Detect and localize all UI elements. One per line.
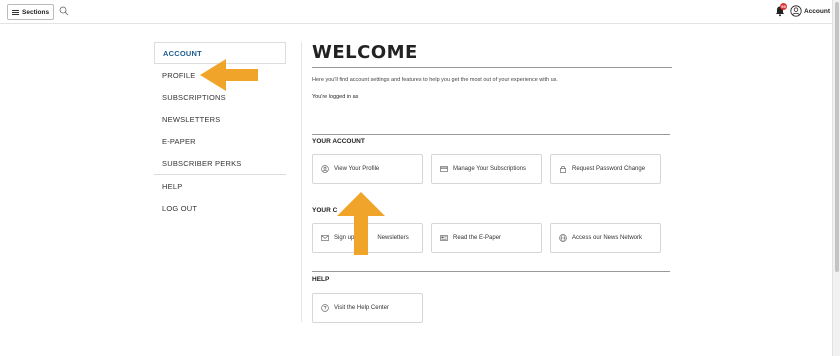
- top-bar: Sections 99 Account: [0, 0, 832, 24]
- section-rule: [312, 134, 670, 135]
- up-arrow-annotation: [337, 192, 385, 255]
- read-e-paper-card[interactable]: Read the E-Paper: [431, 223, 542, 253]
- request-password-change-card[interactable]: Request Password Change: [550, 154, 661, 184]
- sidebar-item-log-out[interactable]: LOG OUT: [154, 197, 286, 219]
- scrollbar[interactable]: [832, 0, 840, 356]
- help-center-card[interactable]: Visit the Help Center: [312, 293, 423, 323]
- globe-icon: [559, 234, 567, 242]
- newspaper-icon: [440, 235, 448, 241]
- lock-icon: [559, 165, 567, 173]
- card-label: Request Password Change: [572, 166, 646, 172]
- search-icon[interactable]: [59, 6, 69, 16]
- card-label: Read the E-Paper: [453, 235, 502, 241]
- sidebar-item-label: SUBSCRIPTIONS: [162, 92, 226, 102]
- sections-label: Sections: [22, 8, 50, 16]
- notification-badge: 99: [780, 3, 787, 10]
- manage-subscriptions-card[interactable]: Manage Your Subscriptions: [431, 154, 542, 184]
- sidebar-item-newsletters[interactable]: NEWSLETTERS: [154, 108, 286, 130]
- main-content: WELCOME Here you'll find account setting…: [312, 42, 672, 323]
- account-button[interactable]: Account: [790, 5, 830, 17]
- intro-text: Here you'll find account settings and fe…: [312, 77, 558, 83]
- sidebar-item-label: LOG OUT: [162, 203, 198, 213]
- logged-in-text: You're logged in as: [312, 94, 359, 100]
- sidebar-item-help[interactable]: HELP: [154, 175, 286, 197]
- sections-button[interactable]: Sections: [7, 4, 55, 20]
- scrollbar-thumb[interactable]: [835, 2, 839, 272]
- left-arrow-annotation: [200, 59, 258, 91]
- section-title-your-account: YOUR ACCOUNT: [312, 138, 365, 145]
- sidebar-item-label: E-PAPER: [162, 136, 196, 146]
- card-label: Access our News Network: [572, 235, 643, 241]
- mail-icon: [321, 235, 329, 241]
- section-title-help: HELP: [312, 276, 330, 283]
- sidebar-item-label: SUBSCRIBER PERKS: [162, 158, 242, 168]
- vertical-divider: [301, 42, 302, 322]
- card-label: Visit the Help Center: [334, 305, 389, 311]
- sidebar-item-label: ACCOUNT: [163, 48, 202, 58]
- user-circle-icon: [790, 5, 802, 17]
- credit-card-icon: [440, 166, 448, 172]
- account-label: Account: [804, 7, 830, 15]
- card-label: View Your Profile: [334, 166, 380, 172]
- user-circle-icon: [321, 165, 329, 173]
- question-circle-icon: [321, 304, 329, 312]
- sidebar-item-label: NEWSLETTERS: [162, 114, 221, 124]
- sidebar-item-label: PROFILE: [162, 70, 196, 80]
- news-network-card[interactable]: Access our News Network: [550, 223, 661, 253]
- title-rule: [312, 67, 672, 68]
- view-profile-card[interactable]: View Your Profile: [312, 154, 423, 184]
- section-rule: [312, 271, 670, 272]
- card-label: Manage Your Subscriptions: [453, 166, 527, 172]
- page-title: WELCOME: [312, 42, 418, 63]
- sidebar-item-e-paper[interactable]: E-PAPER: [154, 130, 286, 152]
- sidebar-item-subscriber-perks[interactable]: SUBSCRIBER PERKS: [154, 152, 286, 174]
- sidebar-item-label: HELP: [162, 181, 183, 191]
- hamburger-icon: [12, 9, 19, 15]
- section-title-your-content: YOUR C: [312, 207, 338, 214]
